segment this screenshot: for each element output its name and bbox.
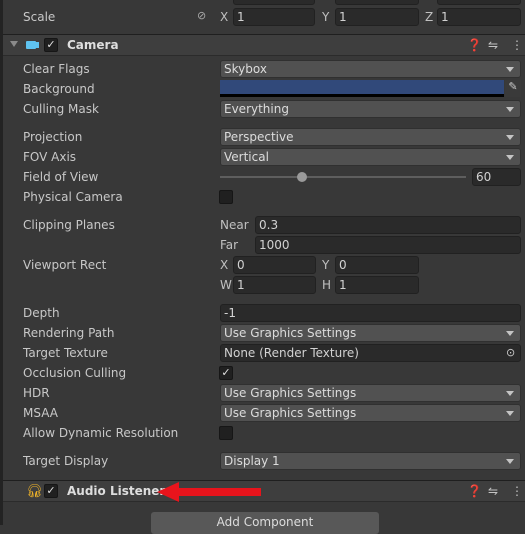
camera-title: Camera — [67, 38, 119, 52]
constrain-proportions-icon[interactable]: ⊘ — [197, 9, 206, 22]
near-field[interactable]: 0.3 — [255, 216, 521, 234]
camera-lens-icon — [36, 42, 39, 48]
target-texture-label: Target Texture — [23, 346, 108, 360]
camera-enabled-checkbox[interactable]: ✓ — [44, 38, 58, 52]
near-label: Near — [220, 218, 249, 232]
rotation-z-field[interactable] — [437, 0, 521, 5]
msaa-dropdown[interactable]: Use Graphics Settings — [220, 404, 521, 422]
occlusion-culling-checkbox[interactable]: ✓ — [219, 366, 233, 380]
help-icon[interactable]: ❓ — [467, 38, 482, 52]
scale-x-label: X — [220, 10, 229, 24]
help-icon[interactable]: ❓ — [467, 484, 482, 498]
add-component-button[interactable]: Add Component — [151, 512, 379, 534]
viewport-x-label: X — [220, 258, 229, 272]
depth-field[interactable]: -1 — [220, 304, 521, 322]
presets-icon[interactable]: ⇋ — [488, 484, 498, 498]
scale-z-label: Z — [425, 10, 434, 24]
background-label: Background — [23, 82, 95, 96]
camera-component-header[interactable]: ✓ Camera ❓ ⇋ ⋮ — [3, 34, 525, 56]
physical-camera-label: Physical Camera — [23, 190, 123, 204]
culling-mask-dropdown[interactable]: Everything — [220, 100, 521, 118]
fov-slider-thumb[interactable] — [297, 172, 308, 182]
rendering-path-label: Rendering Path — [23, 326, 115, 340]
far-label: Far — [220, 238, 239, 252]
occlusion-culling-label: Occlusion Culling — [23, 366, 127, 380]
fov-axis-label: FOV Axis — [23, 150, 77, 164]
clipping-planes-label: Clipping Planes — [23, 218, 115, 232]
hdr-dropdown[interactable]: Use Graphics Settings — [220, 384, 521, 402]
viewport-y-label: Y — [322, 258, 330, 272]
window-edge — [0, 0, 3, 525]
hdr-label: HDR — [23, 386, 50, 400]
scale-label: Scale — [23, 10, 56, 24]
viewport-y-field[interactable]: 0 — [335, 256, 419, 274]
allow-dynamic-resolution-checkbox[interactable] — [219, 426, 233, 440]
headphones-icon: 🎧︎ — [26, 484, 43, 499]
clear-flags-label: Clear Flags — [23, 62, 90, 76]
rendering-path-dropdown[interactable]: Use Graphics Settings — [220, 324, 521, 342]
clear-flags-dropdown[interactable]: Skybox — [220, 60, 521, 78]
scale-y-label: Y — [322, 10, 330, 24]
object-picker-icon[interactable]: ⊙ — [506, 346, 515, 359]
field-of-view-label: Field of View — [23, 170, 99, 184]
more-options-icon[interactable]: ⋮ — [511, 484, 523, 498]
fov-value-field[interactable]: 60 — [472, 168, 521, 186]
allow-dynamic-resolution-label: Allow Dynamic Resolution — [23, 426, 179, 440]
rotation-x-field[interactable] — [233, 0, 315, 5]
msaa-label: MSAA — [23, 406, 58, 420]
viewport-x-field[interactable]: 0 — [233, 256, 316, 274]
target-display-label: Target Display — [23, 454, 109, 468]
depth-label: Depth — [23, 306, 60, 320]
viewport-h-label: H — [322, 278, 332, 292]
more-options-icon[interactable]: ⋮ — [511, 38, 523, 52]
camera-icon — [26, 41, 36, 49]
rotation-y-field[interactable] — [335, 0, 419, 5]
scale-x-field[interactable]: 1 — [233, 8, 315, 26]
scale-z-field[interactable]: 1 — [437, 8, 521, 26]
target-display-dropdown[interactable]: Display 1 — [220, 452, 521, 470]
red-annotation-arrow-icon — [157, 482, 261, 502]
fov-axis-dropdown[interactable]: Vertical — [220, 148, 521, 166]
foldout-arrow-icon[interactable] — [10, 41, 18, 47]
audio-listener-enabled-checkbox[interactable]: ✓ — [44, 484, 58, 498]
far-field[interactable]: 1000 — [255, 236, 521, 254]
projection-label: Projection — [23, 130, 83, 144]
projection-dropdown[interactable]: Perspective — [220, 128, 521, 146]
fov-slider-track[interactable] — [220, 176, 466, 178]
background-color-field[interactable] — [220, 80, 504, 97]
physical-camera-checkbox[interactable] — [219, 190, 233, 204]
eyedropper-icon[interactable]: ✎ — [505, 80, 521, 97]
audio-listener-title: Audio Listener — [67, 484, 166, 498]
viewport-h-field[interactable]: 1 — [335, 276, 419, 294]
viewport-w-field[interactable]: 1 — [233, 276, 316, 294]
viewport-w-label: W — [220, 278, 232, 292]
scale-y-field[interactable]: 1 — [335, 8, 419, 26]
viewport-rect-label: Viewport Rect — [23, 258, 107, 272]
target-texture-field[interactable]: None (Render Texture) — [220, 344, 521, 362]
presets-icon[interactable]: ⇋ — [488, 38, 498, 52]
culling-mask-label: Culling Mask — [23, 102, 99, 116]
